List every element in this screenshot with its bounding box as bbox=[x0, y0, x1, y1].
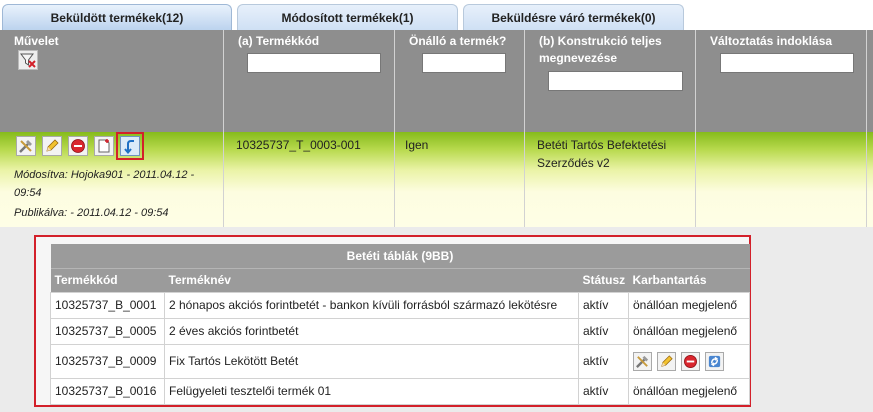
onallo-filter-input[interactable] bbox=[422, 53, 506, 73]
table-row[interactable]: 10325737_B_0009 Fix Tartós Lekötött Beté… bbox=[50, 343, 750, 379]
cell-statusz: aktív bbox=[578, 343, 629, 379]
pencil-icon bbox=[661, 354, 673, 367]
row-termekkod-cell: 10325737_T_0003-001 bbox=[224, 132, 395, 227]
cell-nev: 2 éves akciós forintbetét bbox=[164, 317, 579, 345]
row-onallo: Igen bbox=[405, 138, 429, 152]
row-termekkod: 10325737_T_0003-001 bbox=[236, 138, 361, 152]
konstrukcio-filter-input[interactable] bbox=[548, 71, 683, 91]
table-row[interactable]: Módosítva: Hojoka901 - 2011.04.12 - 09:5… bbox=[0, 132, 873, 227]
return-button[interactable] bbox=[116, 132, 144, 160]
detail-highlight-box: Betéti táblák (9BB) Termékkód Terméknév … bbox=[34, 235, 751, 407]
delete-icon bbox=[684, 354, 697, 368]
tab-bekuldott[interactable]: Beküldött termékek(12) bbox=[2, 4, 232, 30]
row-actions-cell: Módosítva: Hojoka901 - 2011.04.12 - 09:5… bbox=[0, 132, 224, 227]
header-valtoztatas-label: Változtatás indoklása bbox=[710, 34, 833, 48]
modified-info: Módosítva: Hojoka901 - 2011.04.12 - 09:5… bbox=[14, 169, 195, 199]
delete-icon bbox=[71, 139, 85, 153]
table-row[interactable]: 10325737_B_0005 2 éves akciós forintbeté… bbox=[50, 317, 750, 345]
cell-nev: 2 hónapos akciós forintbetét - bankon kí… bbox=[164, 291, 579, 319]
header-konstrukcio-label: (b) Konstrukció teljes megnevezése bbox=[539, 34, 662, 65]
cell-karbantartas-actions bbox=[628, 343, 750, 379]
row-konstrukcio: Betéti Tartós Befektetési Szerződés v2 bbox=[537, 138, 667, 170]
table-row[interactable]: 10325737_B_0016 Felügyeleti tesztelői te… bbox=[50, 377, 750, 405]
settings-button[interactable] bbox=[633, 351, 652, 371]
tab-modositott[interactable]: Módosított termékek(1) bbox=[237, 4, 458, 30]
return-arrow-icon bbox=[124, 140, 134, 154]
row-onallo-cell: Igen bbox=[395, 132, 525, 227]
cell-statusz: aktív bbox=[578, 317, 629, 345]
row-maintenance-actions bbox=[633, 351, 745, 371]
betet-table: Betéti táblák (9BB) Termékkód Terméknév … bbox=[50, 244, 750, 405]
cell-karbantartas: önállóan megjelenő bbox=[628, 317, 750, 345]
row-konstrukcio-cell: Betéti Tartós Befektetési Szerződés v2 bbox=[525, 132, 696, 227]
termekkod-filter-input[interactable] bbox=[247, 53, 381, 73]
header-onallo: Önálló a termék? bbox=[395, 30, 525, 132]
cell-kod: 10325737_B_0016 bbox=[50, 377, 165, 405]
filter-clear-button[interactable] bbox=[18, 50, 38, 70]
header-muvelet-label: Művelet bbox=[14, 34, 59, 48]
filter-clear-icon bbox=[20, 53, 36, 68]
tab-bekuldesre-varo[interactable]: Beküldésre váró termékek(0) bbox=[463, 4, 684, 30]
table-row[interactable]: 10325737_B_0001 2 hónapos akciós forintb… bbox=[50, 291, 750, 319]
cell-kod: 10325737_B_0009 bbox=[50, 343, 165, 379]
header-konstrukcio: (b) Konstrukció teljes megnevezése bbox=[525, 30, 696, 132]
new-document-button[interactable] bbox=[94, 136, 114, 156]
column-header-termekkod: Termékkód bbox=[50, 267, 165, 292]
valtoztatas-filter-input[interactable] bbox=[720, 53, 854, 73]
tools-icon bbox=[19, 140, 32, 153]
pencil-icon bbox=[46, 139, 59, 152]
column-header-statusz: Státusz bbox=[578, 267, 629, 292]
grid-header: Művelet (a) Termékkód Önálló a termék? (… bbox=[0, 30, 873, 132]
row-valtoztatas-cell bbox=[696, 132, 867, 227]
row-actions bbox=[16, 132, 144, 160]
new-document-icon bbox=[98, 139, 110, 153]
cell-kod: 10325737_B_0001 bbox=[50, 291, 165, 319]
edit-button[interactable] bbox=[657, 351, 676, 371]
column-header-karbantartas: Karbantartás bbox=[628, 267, 750, 292]
cell-kod: 10325737_B_0005 bbox=[50, 317, 165, 345]
header-termekkod: (a) Termékkód bbox=[224, 30, 395, 132]
tab-bar: Beküldött termékek(12) Módosított termék… bbox=[0, 0, 873, 30]
cell-statusz: aktív bbox=[578, 377, 629, 405]
edit-button[interactable] bbox=[42, 136, 62, 156]
settings-button[interactable] bbox=[16, 136, 36, 156]
refresh-icon bbox=[708, 355, 721, 367]
header-valtoztatas: Változtatás indoklása bbox=[696, 30, 867, 132]
tools-icon bbox=[636, 355, 649, 368]
header-termekkod-label: (a) Termékkód bbox=[238, 34, 320, 48]
published-info: Publikálva: - 2011.04.12 - 09:54 bbox=[14, 207, 169, 219]
delete-button[interactable] bbox=[68, 136, 88, 156]
betet-table-caption: Betéti táblák (9BB) bbox=[50, 244, 750, 268]
cell-karbantartas: önállóan megjelenő bbox=[628, 291, 750, 319]
cell-nev: Felügyeleti tesztelői termék 01 bbox=[164, 377, 579, 405]
detail-area: Betéti táblák (9BB) Termékkód Terméknév … bbox=[0, 227, 873, 412]
delete-button[interactable] bbox=[681, 351, 700, 371]
refresh-button[interactable] bbox=[705, 351, 724, 371]
cell-statusz: aktív bbox=[578, 291, 629, 319]
cell-karbantartas: önállóan megjelenő bbox=[628, 377, 750, 405]
column-header-termeknev: Terméknév bbox=[164, 267, 579, 292]
header-onallo-label: Önálló a termék? bbox=[409, 34, 507, 48]
header-muvelet: Művelet bbox=[0, 30, 224, 132]
cell-nev: Fix Tartós Lekötött Betét bbox=[164, 343, 579, 379]
